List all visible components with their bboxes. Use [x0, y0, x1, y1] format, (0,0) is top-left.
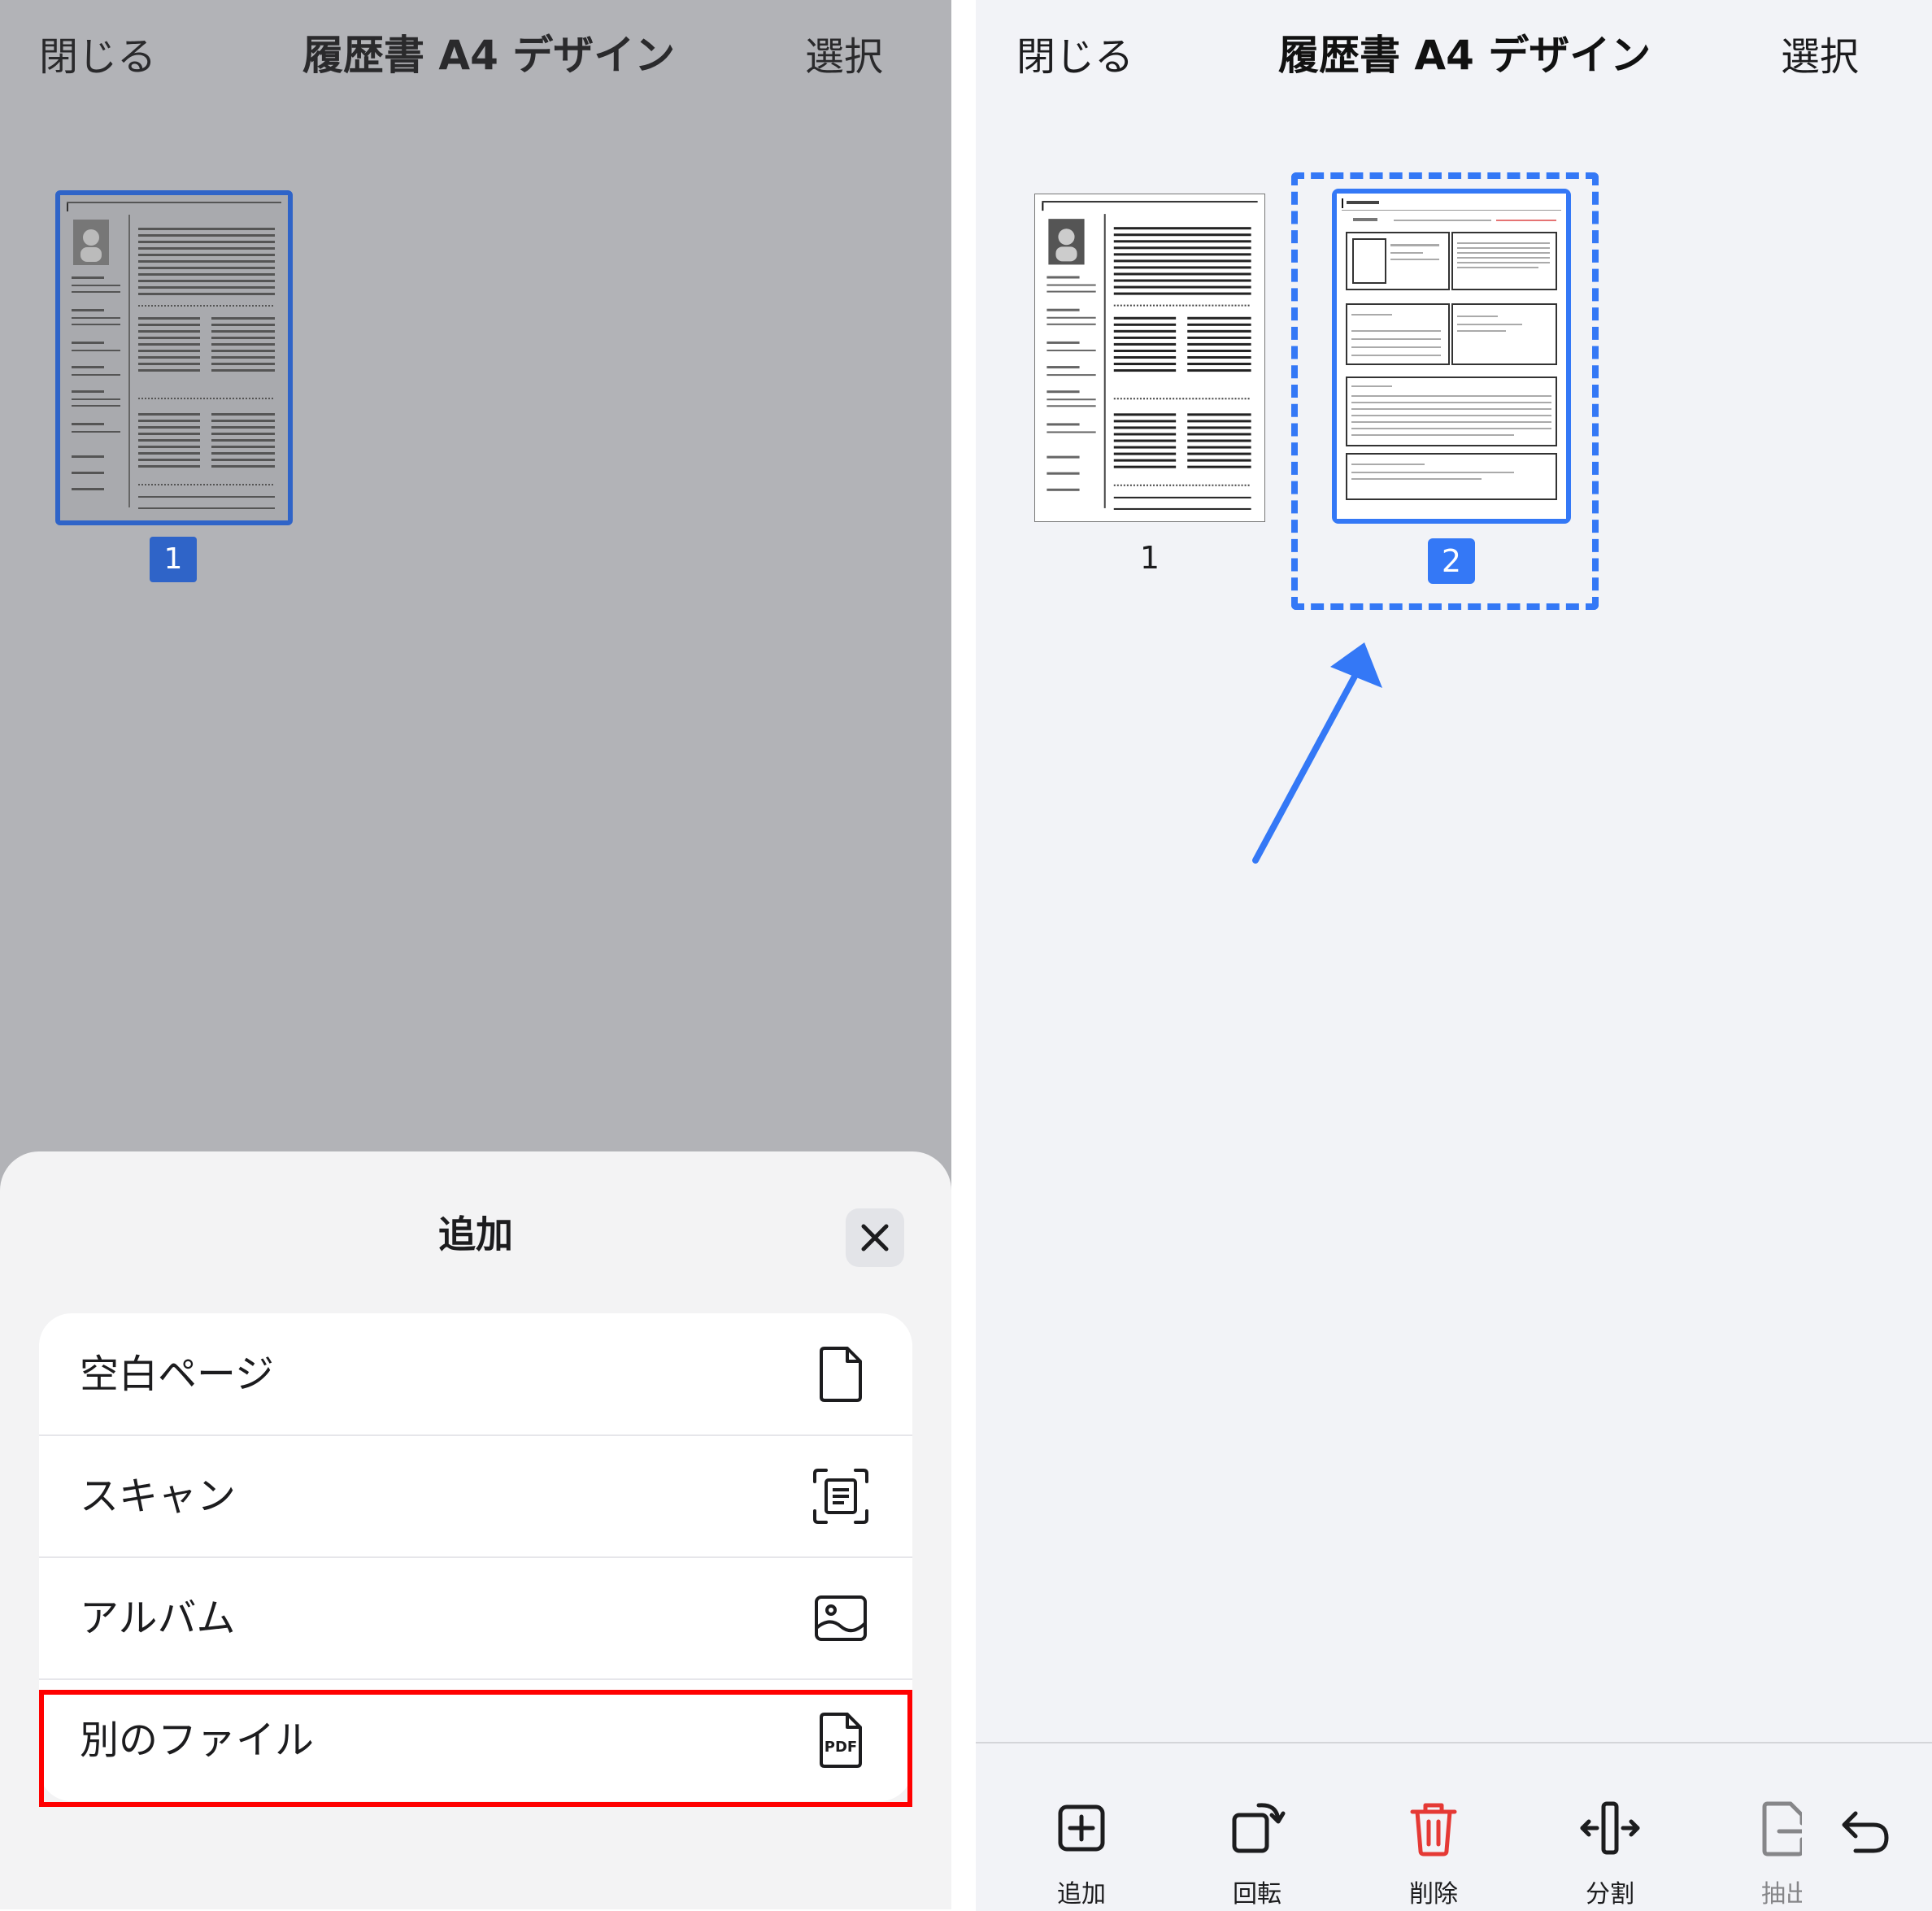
scan-icon — [813, 1469, 868, 1524]
split-icon — [1580, 1801, 1640, 1855]
page-number-badge: 1 — [150, 537, 197, 582]
menu-item-scan[interactable]: スキャン — [39, 1435, 912, 1557]
undo-button[interactable] — [1831, 1800, 1896, 1865]
album-icon — [815, 1595, 867, 1641]
menu-item-label: 空白ページ — [80, 1352, 275, 1397]
arrow-annotation — [1252, 642, 1382, 864]
blank-page-icon — [820, 1347, 862, 1402]
page-number-label: 1 — [1139, 540, 1160, 576]
close-button[interactable]: 閉じる — [1016, 24, 1134, 81]
document-title: 履歴書 A4 デザイン — [302, 32, 676, 79]
toolbar-split-button[interactable]: 分割 — [1549, 1743, 1671, 1911]
menu-item-label: スキャン — [80, 1474, 237, 1519]
page-thumbnail-1[interactable] — [55, 190, 293, 525]
page-toolbar: 追加 回転 削除 分割 抽出 — [976, 1742, 1932, 1911]
left-screen: 閉じる 履歴書 A4 デザイン 選択 1 追加 空白ページ スキャン アルバム … — [0, 0, 951, 1909]
menu-item-label: アルバム — [80, 1595, 236, 1641]
toolbar-label: 削除 — [1409, 1880, 1458, 1909]
toolbar-extract-button[interactable]: 抽出 — [1725, 1743, 1802, 1911]
document-title: 履歴書 A4 デザイン — [1278, 32, 1651, 79]
close-icon — [861, 1224, 889, 1252]
toolbar-label: 抽出 — [1761, 1880, 1802, 1909]
screen-separator — [951, 0, 976, 1909]
resume-page-preview — [1035, 194, 1264, 521]
toolbar-rotate-button[interactable]: 回転 — [1196, 1743, 1318, 1911]
resume-page-preview — [60, 195, 288, 520]
menu-item-blank-page[interactable]: 空白ページ — [39, 1313, 912, 1435]
add-page-icon — [1058, 1804, 1105, 1852]
highlight-frame — [39, 1690, 912, 1807]
job-history-page-preview — [1337, 194, 1566, 519]
rotate-icon — [1232, 1803, 1286, 1853]
select-button[interactable]: 選択 — [1781, 24, 1859, 81]
toolbar-add-button[interactable]: 追加 — [1020, 1743, 1142, 1911]
trash-icon — [1410, 1803, 1457, 1857]
toolbar-label: 追加 — [1057, 1880, 1106, 1909]
page-number-badge: 2 — [1428, 538, 1475, 584]
page-thumbnail-2[interactable] — [1332, 189, 1571, 524]
toolbar-label: 回転 — [1233, 1880, 1281, 1909]
select-button[interactable]: 選択 — [805, 24, 883, 81]
undo-icon — [1842, 1811, 1889, 1853]
toolbar-label: 分割 — [1586, 1880, 1634, 1909]
menu-item-album[interactable]: アルバム — [39, 1557, 912, 1679]
toolbar-delete-button[interactable]: 削除 — [1373, 1743, 1495, 1911]
sheet-close-button[interactable] — [846, 1208, 904, 1267]
sheet-title: 追加 — [438, 1212, 513, 1256]
close-button[interactable]: 閉じる — [39, 24, 156, 81]
extract-icon — [1762, 1801, 1802, 1857]
page-thumbnail-1[interactable] — [1034, 194, 1265, 522]
right-screen: 閉じる 履歴書 A4 デザイン 選択 1 2 — [976, 0, 1932, 1909]
